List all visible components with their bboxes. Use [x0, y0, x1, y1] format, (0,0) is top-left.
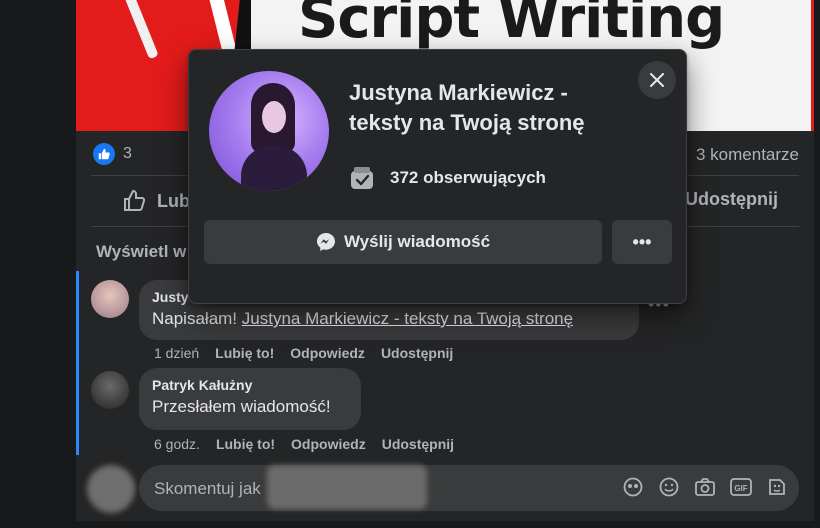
composer-icons: GIF	[621, 475, 789, 499]
camera-icon[interactable]	[693, 475, 717, 499]
messenger-icon	[316, 233, 335, 251]
reaction-count: 3	[123, 145, 132, 162]
followers-icon	[351, 167, 373, 189]
comment-like-link[interactable]: Lubię to!	[215, 345, 274, 361]
comment-meta: 6 godz. Lubię to! Odpowiedz Udostępnij	[154, 436, 454, 452]
close-icon	[650, 73, 664, 87]
comment-input-placeholder: Skomentuj jak	[154, 479, 261, 498]
commenter-avatar[interactable]	[91, 371, 129, 409]
comment-page-link[interactable]: Justyna Markiewicz - teksty na Twoją str…	[242, 309, 573, 328]
thumbs-up-icon	[124, 189, 146, 211]
emoji-icon[interactable]	[657, 475, 681, 499]
comments-count-link[interactable]: 3 komentarze	[696, 145, 799, 165]
redacted-area	[267, 465, 427, 509]
send-message-label: Wyślij wiadomość	[343, 232, 491, 251]
current-user-avatar[interactable]	[87, 465, 135, 513]
thread-highlight	[76, 271, 79, 455]
gif-icon[interactable]: GIF	[729, 475, 753, 499]
comment-share-link[interactable]: Udostępnij	[381, 345, 453, 361]
profile-avatar[interactable]	[209, 71, 329, 191]
view-more-comments[interactable]: Wyświetl w	[96, 242, 186, 262]
more-options-button[interactable]: •••	[612, 220, 672, 264]
comment-input[interactable]: Skomentuj jak GIF	[139, 465, 799, 511]
profile-name[interactable]: Justyna Markiewicz - teksty na Twoją str…	[349, 78, 609, 138]
profile-hover-card: Justyna Markiewicz - teksty na Twoją str…	[188, 49, 687, 304]
pen-graphic	[123, 0, 159, 60]
avatar-sticker-icon[interactable]	[621, 475, 645, 499]
share-label: Udostępnij	[685, 189, 778, 209]
comment-text: Przesłałem wiadomość!	[152, 397, 331, 416]
comment-author[interactable]: Patryk Kałużny	[152, 377, 348, 393]
comment-reply-link[interactable]: Odpowiedz	[291, 436, 366, 452]
close-button[interactable]	[638, 61, 676, 99]
svg-text:GIF: GIF	[734, 484, 747, 493]
send-message-button[interactable]: Wyślij wiadomość	[204, 220, 602, 264]
comment-like-link[interactable]: Lubię to!	[216, 436, 275, 452]
banner-title: Script Writing	[298, 0, 725, 51]
comment-share-link[interactable]: Udostępnij	[382, 436, 454, 452]
commenter-avatar[interactable]	[91, 280, 129, 318]
comment-reply-link[interactable]: Odpowiedz	[290, 345, 365, 361]
like-reaction-icon	[93, 143, 115, 165]
followers-info: 372 obserwujących	[349, 166, 546, 190]
sticker-icon[interactable]	[765, 475, 789, 499]
share-button[interactable]: Udostępnij	[685, 189, 778, 210]
comment-text-prefix: Napisałam!	[152, 309, 242, 328]
comment-meta: 1 dzień Lubię to! Odpowiedz Udostępnij	[154, 345, 453, 361]
followers-count: 372 obserwujących	[390, 168, 546, 187]
comment-bubble: Patryk Kałużny Przesłałem wiadomość!	[139, 368, 361, 430]
comment-time[interactable]: 1 dzień	[154, 345, 199, 361]
comment-time[interactable]: 6 godz.	[154, 436, 200, 452]
comment-text: Napisałam! Justyna Markiewicz - teksty n…	[152, 309, 626, 329]
reactions-summary[interactable]: 3	[93, 143, 132, 165]
